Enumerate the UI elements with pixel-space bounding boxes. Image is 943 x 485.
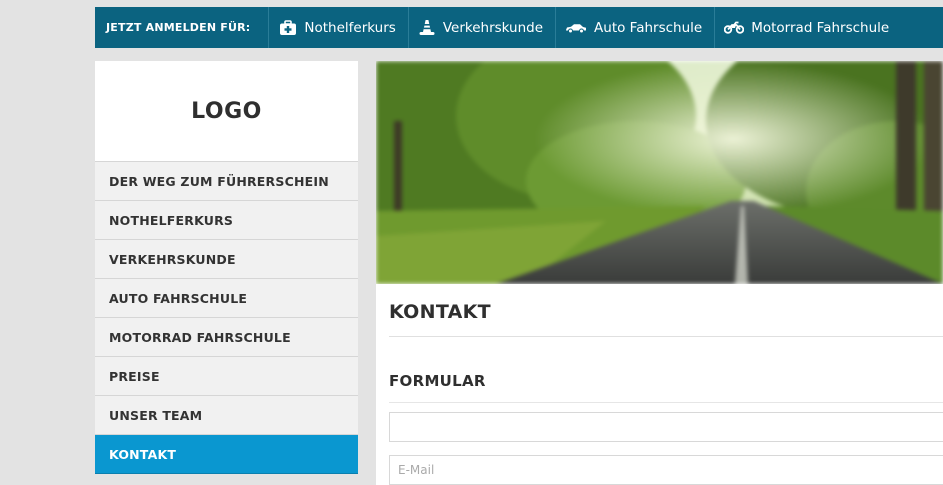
topbar-link-auto-fahrschule[interactable]: Auto Fahrschule bbox=[556, 7, 716, 48]
sidebar-item-verkehrskunde[interactable]: VERKEHRSKUNDE bbox=[95, 240, 358, 279]
form-heading: FORMULAR bbox=[389, 372, 486, 390]
sidebar-item-der-weg-zum-fuehrerschein[interactable]: DER WEG ZUM FÜHRERSCHEIN bbox=[95, 162, 358, 201]
email-field[interactable] bbox=[389, 455, 943, 485]
divider bbox=[389, 402, 943, 403]
car-icon bbox=[564, 18, 588, 38]
sidebar-item-kontakt[interactable]: KONTAKT bbox=[95, 435, 358, 474]
topbar-link-label: Nothelferkurs bbox=[304, 19, 396, 36]
main-content: KONTAKT FORMULAR bbox=[376, 61, 943, 485]
sidebar-item-nothelferkurs[interactable]: NOTHELFERKURS bbox=[95, 201, 358, 240]
registration-lead-text: JETZT ANMELDEN FÜR: bbox=[95, 7, 270, 48]
divider bbox=[389, 336, 943, 337]
logo[interactable]: LOGO bbox=[95, 61, 358, 162]
page-title: KONTAKT bbox=[389, 301, 491, 323]
logo-text: LOGO bbox=[191, 98, 262, 124]
topbar-link-verkehrskunde[interactable]: Verkehrskunde bbox=[409, 7, 557, 48]
topbar-link-motorrad-fahrschule[interactable]: Motorrad Fahrschule bbox=[715, 7, 943, 48]
sidebar-item-preise[interactable]: PREISE bbox=[95, 357, 358, 396]
topbar-link-label: Auto Fahrschule bbox=[594, 19, 703, 36]
topbar-link-label: Motorrad Fahrschule bbox=[751, 19, 890, 36]
traffic-cone-icon bbox=[417, 18, 437, 38]
sidebar-item-motorrad-fahrschule[interactable]: MOTORRAD FAHRSCHULE bbox=[95, 318, 358, 357]
sidebar-item-auto-fahrschule[interactable]: AUTO FAHRSCHULE bbox=[95, 279, 358, 318]
first-aid-kit-icon bbox=[278, 18, 298, 38]
motorcycle-icon bbox=[723, 18, 745, 38]
sidebar-item-unser-team[interactable]: UNSER TEAM bbox=[95, 396, 358, 435]
topbar-link-nothelferkurs[interactable]: Nothelferkurs bbox=[269, 7, 409, 48]
registration-bar: JETZT ANMELDEN FÜR: Nothelferkurs Verkeh… bbox=[95, 7, 943, 48]
sidebar: LOGO DER WEG ZUM FÜHRERSCHEIN NOTHELFERK… bbox=[95, 61, 358, 474]
name-field[interactable] bbox=[389, 412, 943, 442]
topbar-link-label: Verkehrskunde bbox=[442, 19, 544, 36]
hero-image bbox=[376, 61, 943, 284]
